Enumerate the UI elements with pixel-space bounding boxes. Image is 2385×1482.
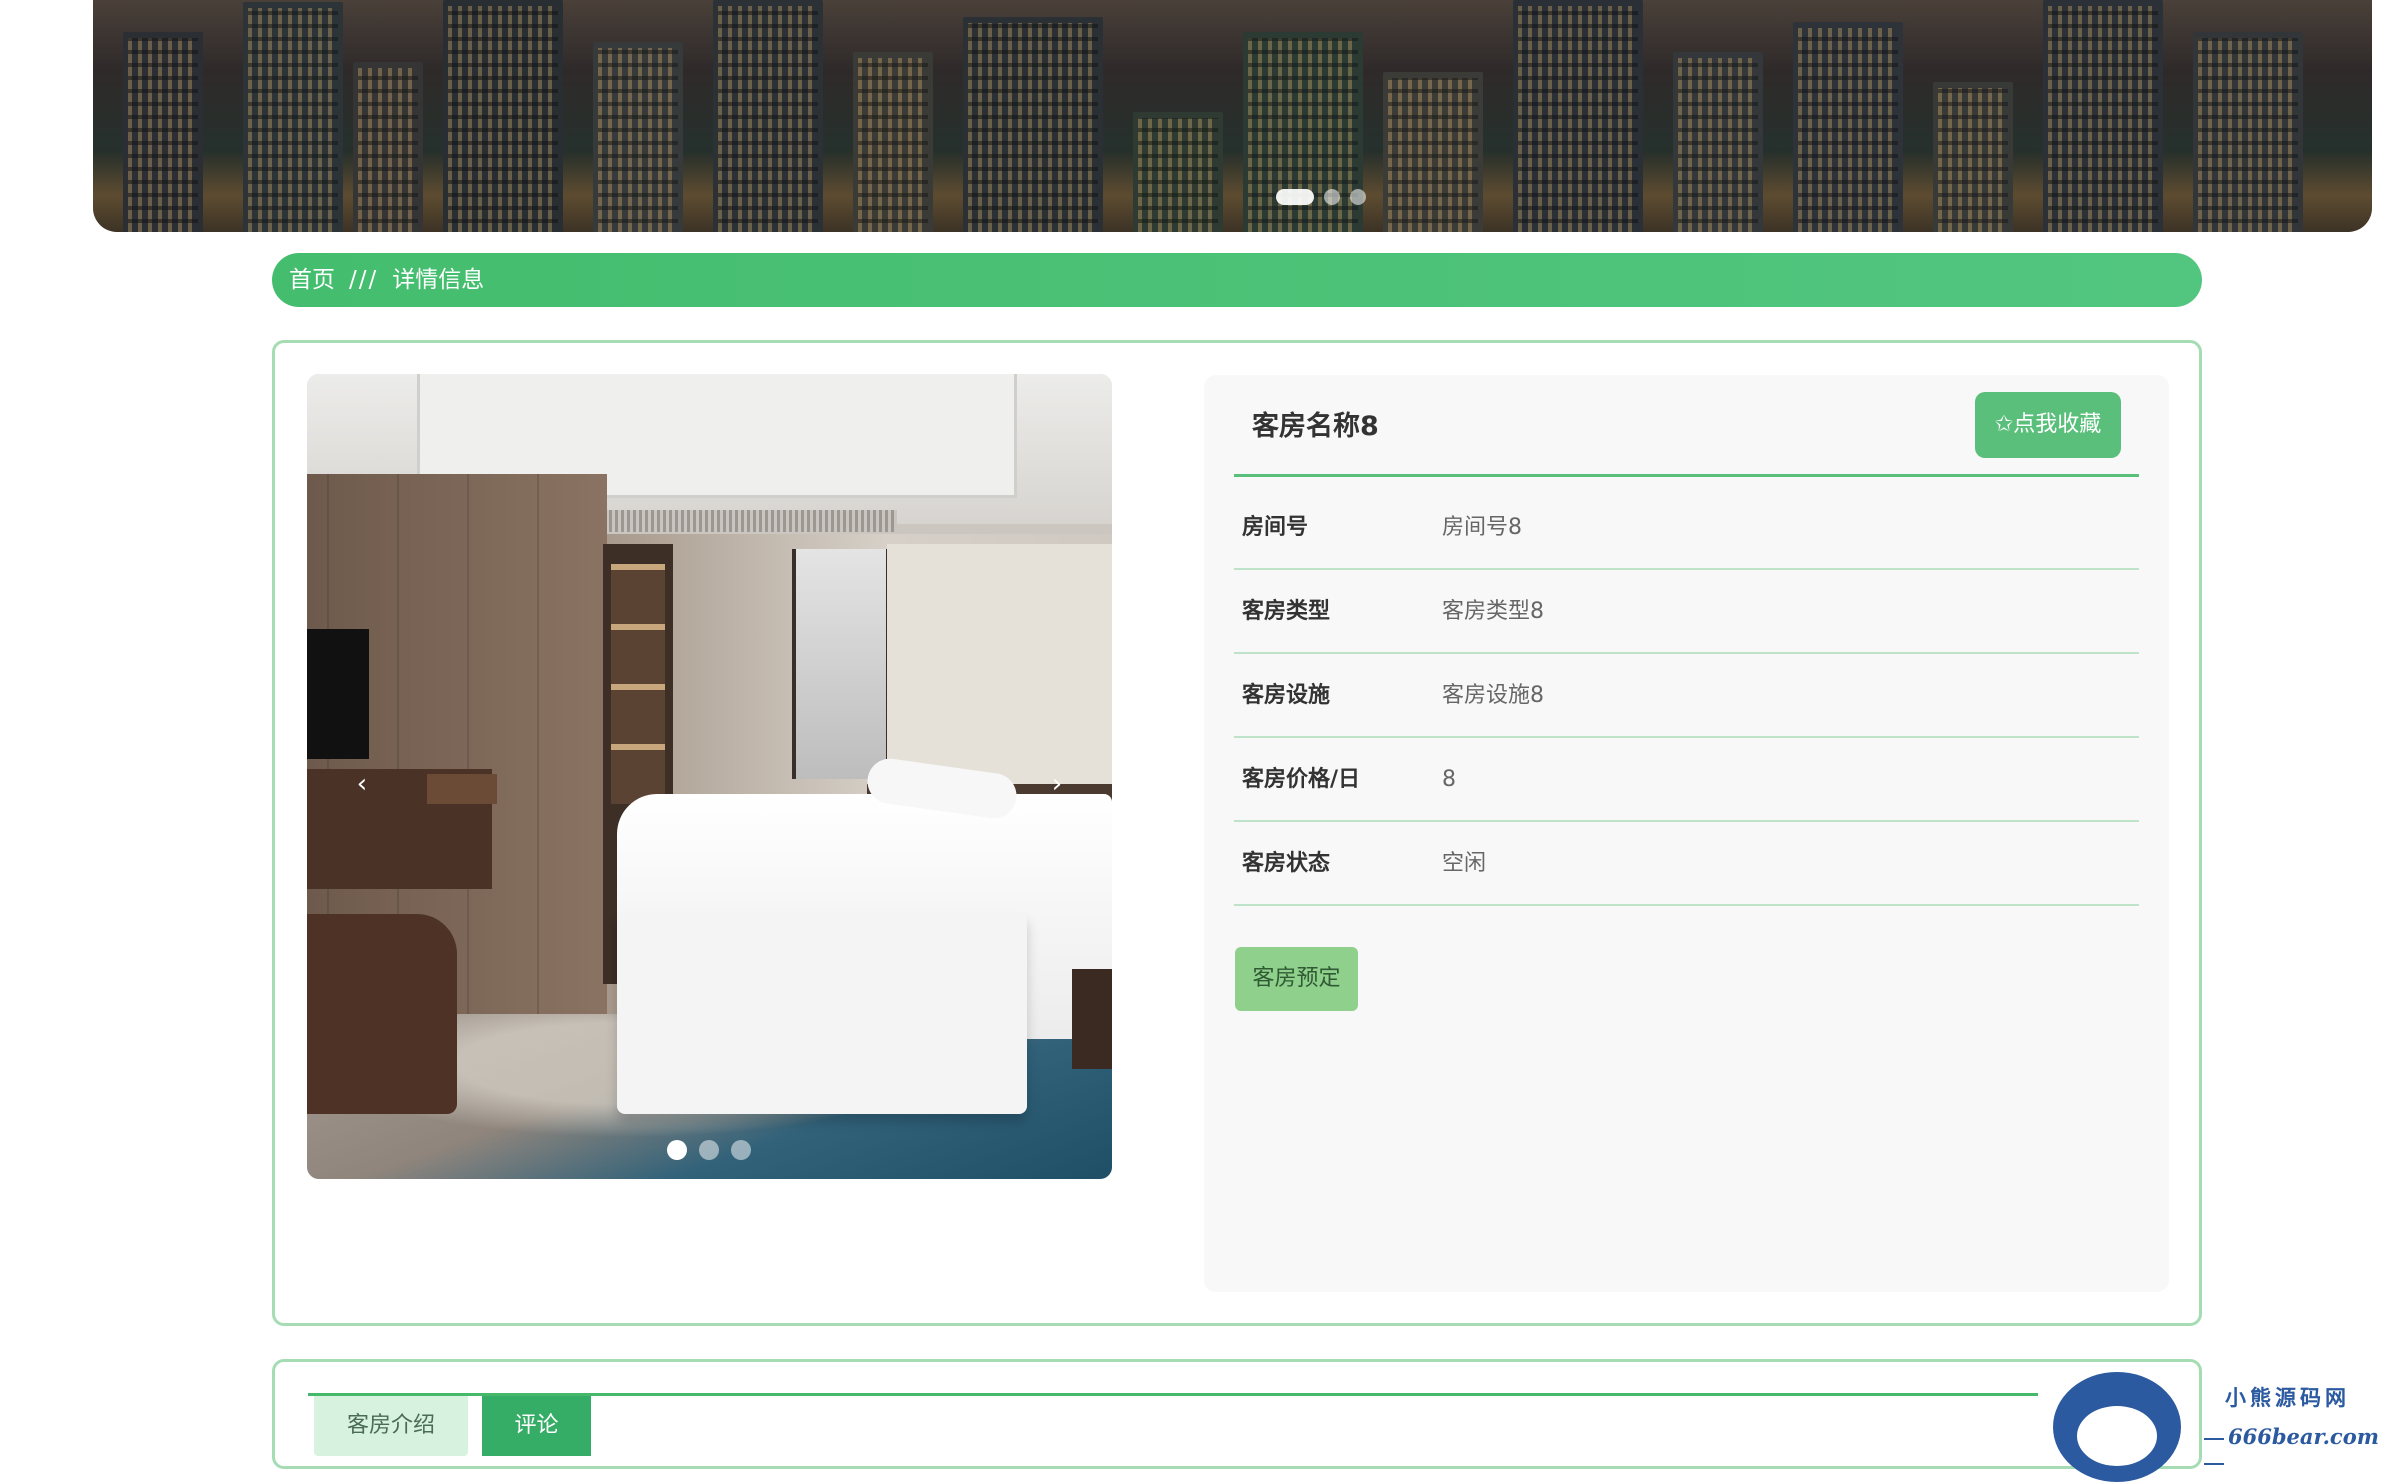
banner-indicators: [1276, 189, 1366, 205]
carousel-next-icon[interactable]: ›: [1042, 764, 1072, 804]
banner-building: [243, 2, 343, 232]
banner-dot-1[interactable]: [1276, 189, 1314, 205]
info-label: 客房价格/日: [1242, 767, 1361, 792]
info-label: 客房设施: [1242, 683, 1331, 708]
watermark-title: 小熊源码网: [2225, 1385, 2350, 1410]
banner-building: [123, 32, 203, 232]
banner-building: [353, 62, 423, 232]
banner-building: [1673, 52, 1763, 232]
info-label: 客房状态: [1242, 851, 1331, 876]
banner-dot-2[interactable]: [1324, 189, 1340, 205]
breadcrumb: 首页 /// 详情信息: [272, 253, 2202, 307]
info-value: 空闲: [1442, 851, 1487, 876]
banner-building: [963, 17, 1103, 232]
banner-building: [1933, 82, 2013, 232]
info-value: 客房设施8: [1442, 683, 1544, 708]
room-title: 客房名称8: [1252, 411, 1379, 442]
site-watermark: 小熊源码网 666bear.com: [2050, 1372, 2380, 1482]
carousel-dot-1[interactable]: [667, 1140, 687, 1160]
banner-building: [443, 0, 563, 232]
title-divider: [1234, 474, 2139, 477]
banner-building: [593, 42, 683, 232]
tab-comments[interactable]: 评论: [482, 1396, 591, 1456]
info-row-status: 客房状态 空闲: [1234, 822, 2139, 906]
banner-building: [1383, 72, 1483, 232]
photo-armchair: [307, 914, 457, 1114]
banner-building: [713, 0, 823, 232]
info-row-room-number: 房间号 房间号8: [1234, 486, 2139, 570]
banner-building: [1133, 112, 1223, 232]
banner-dot-3[interactable]: [1350, 189, 1366, 205]
city-banner: [93, 0, 2372, 232]
info-value: 8: [1442, 767, 1456, 792]
room-info-panel: 客房名称8 ✩点我收藏 房间号 房间号8 客房类型 客房类型8 客房设施 客房设…: [1204, 375, 2169, 1292]
info-value: 客房类型8: [1442, 599, 1544, 624]
tab-room-intro[interactable]: 客房介绍: [314, 1396, 468, 1456]
info-row-price: 客房价格/日 8: [1234, 738, 2139, 822]
info-label: 客房类型: [1242, 599, 1331, 624]
carousel-prev-icon[interactable]: ‹: [347, 764, 377, 804]
info-row-facilities: 客房设施 客房设施8: [1234, 654, 2139, 738]
banner-glow: [93, 150, 2372, 232]
banner-building: [2043, 0, 2163, 232]
book-room-button[interactable]: 客房预定: [1235, 947, 1358, 1011]
photo-bench: [427, 774, 497, 804]
photo-bathroom: [792, 549, 890, 779]
photo-bed: [617, 794, 1112, 1114]
photo-nightstand: [1072, 969, 1112, 1069]
banner-building: [853, 52, 933, 232]
breadcrumb-home-link[interactable]: 首页: [289, 253, 335, 307]
carousel-dot-3[interactable]: [731, 1140, 751, 1160]
carousel-indicators: [667, 1140, 751, 1160]
room-photo-carousel: ‹ ›: [307, 374, 1112, 1179]
banner-building: [1793, 22, 1903, 232]
info-value: 房间号8: [1442, 515, 1522, 540]
breadcrumb-separator: ///: [349, 267, 379, 293]
carousel-dot-2[interactable]: [699, 1140, 719, 1160]
bear-logo-icon: [2053, 1372, 2181, 1482]
favorite-button[interactable]: ✩点我收藏: [1975, 392, 2121, 458]
banner-building: [2193, 32, 2303, 232]
banner-building: [1513, 0, 1643, 232]
info-row-room-type: 客房类型 客房类型8: [1234, 570, 2139, 654]
breadcrumb-current: 详情信息: [392, 267, 485, 293]
watermark-url: 666bear.com: [2200, 1424, 2380, 1474]
info-label: 房间号: [1242, 515, 1309, 540]
photo-tv: [307, 629, 369, 759]
